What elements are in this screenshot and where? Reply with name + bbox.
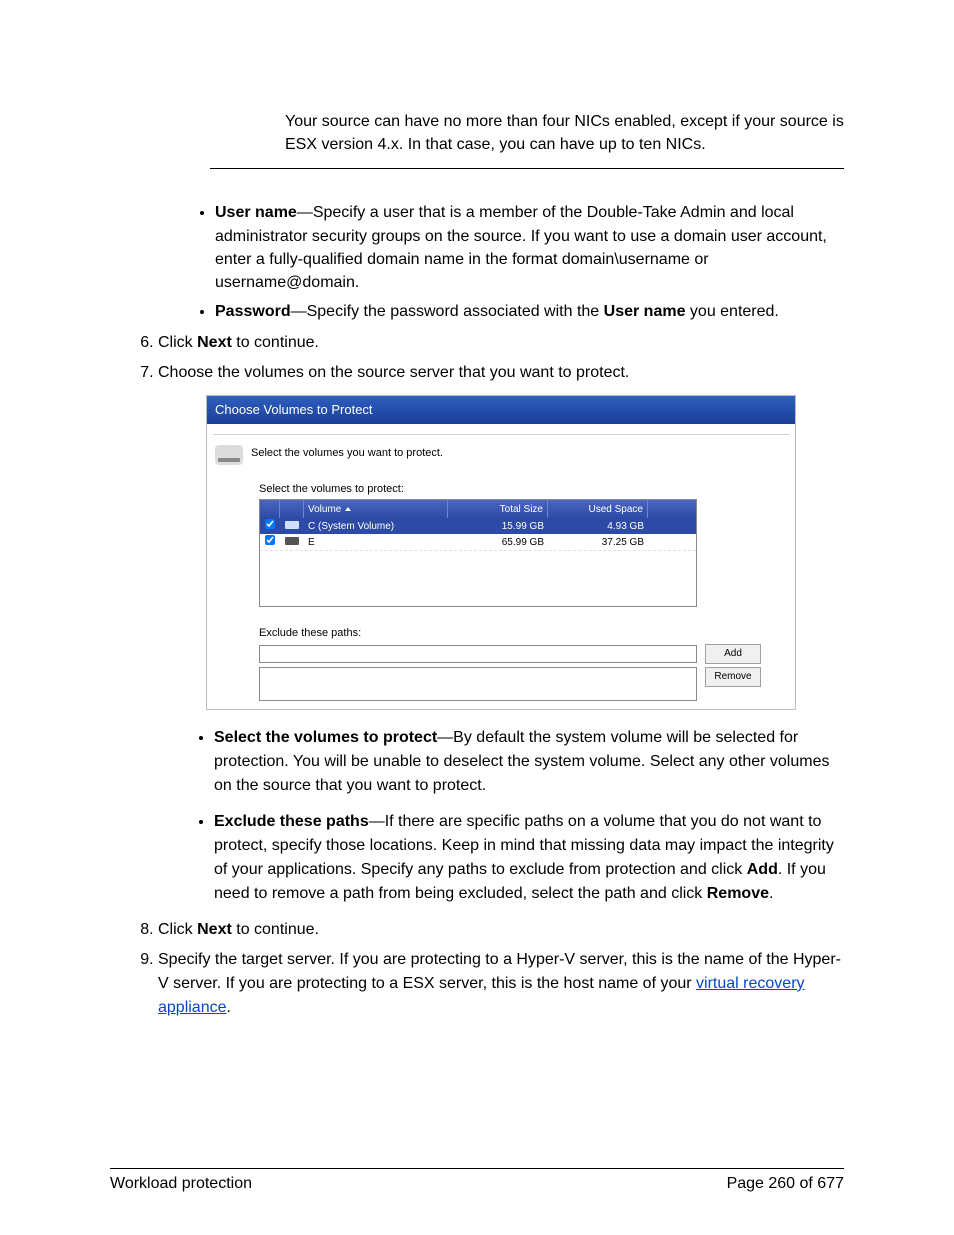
sort-asc-icon [345, 507, 351, 511]
table-row[interactable]: C (System Volume) 15.99 GB 4.93 GB [260, 518, 696, 534]
row-checkbox[interactable] [265, 535, 275, 545]
dialog-desc: Select the volumes you want to protect. [251, 441, 443, 462]
divider [210, 168, 844, 169]
step9-b: . [227, 999, 231, 1016]
grid-header: Volume Total Size Used Space [260, 500, 696, 518]
step6-b: to continue. [232, 334, 319, 351]
dialog-title: Choose Volumes to Protect [207, 396, 795, 424]
step6-a: Click [158, 334, 197, 351]
step6-bold: Next [197, 334, 232, 351]
row-volume: E [304, 535, 448, 550]
row-checkbox[interactable] [265, 519, 275, 529]
row-used: 4.93 GB [548, 519, 648, 534]
select-label: Select the volumes to protect: [259, 481, 789, 498]
step-9: Specify the target server. If you are pr… [158, 948, 844, 1020]
row-total: 15.99 GB [448, 519, 548, 534]
bullet-exclude-paths: Exclude these paths—If there are specifi… [214, 810, 844, 906]
password-label: Password [215, 303, 291, 320]
password-text-bold: User name [604, 303, 686, 320]
exclude-path-input[interactable] [259, 645, 697, 663]
intro-text: Your source can have no more than four N… [285, 110, 844, 156]
step8-a: Click [158, 921, 197, 938]
disk-icon [285, 521, 299, 529]
password-text-1: —Specify the password associated with th… [291, 303, 604, 320]
col-total-size[interactable]: Total Size [448, 500, 548, 518]
password-text-2: you entered. [685, 303, 778, 320]
b2-t3: . [769, 885, 773, 902]
drive-icon [215, 445, 243, 465]
table-row[interactable]: E 65.99 GB 37.25 GB [260, 534, 696, 550]
add-button[interactable]: Add [705, 644, 761, 664]
b2-label: Exclude these paths [214, 813, 369, 830]
volumes-grid: Volume Total Size Used Space C (System V… [259, 499, 697, 607]
footer-left: Workload protection [110, 1175, 252, 1193]
choose-volumes-dialog: Choose Volumes to Protect Select the vol… [206, 395, 796, 710]
user-name-text: —Specify a user that is a member of the … [215, 204, 827, 291]
disk-icon [285, 537, 299, 545]
col-volume[interactable]: Volume [304, 500, 448, 518]
remove-button[interactable]: Remove [705, 667, 761, 687]
exclude-list[interactable] [259, 667, 697, 701]
bullet-user-name: User name—Specify a user that is a membe… [215, 201, 844, 294]
footer-right: Page 260 of 677 [727, 1175, 844, 1193]
b1-label: Select the volumes to protect [214, 729, 437, 746]
step8-b: to continue. [232, 921, 319, 938]
bullet-select-volumes: Select the volumes to protect—By default… [214, 726, 844, 798]
row-total: 65.99 GB [448, 535, 548, 550]
row-used: 37.25 GB [548, 535, 648, 550]
step-8: Click Next to continue. [158, 918, 844, 942]
step-6: Click Next to continue. [158, 331, 844, 355]
step7-text: Choose the volumes on the source server … [158, 364, 629, 381]
exclude-label: Exclude these paths: [259, 625, 789, 642]
bullet-password: Password—Specify the password associated… [215, 300, 844, 323]
b2-remove: Remove [707, 885, 769, 902]
b2-add: Add [747, 861, 778, 878]
step-7: Choose the volumes on the source server … [158, 361, 844, 906]
row-volume: C (System Volume) [304, 519, 448, 534]
user-name-label: User name [215, 204, 297, 221]
step8-bold: Next [197, 921, 232, 938]
col-used-space[interactable]: Used Space [548, 500, 648, 518]
